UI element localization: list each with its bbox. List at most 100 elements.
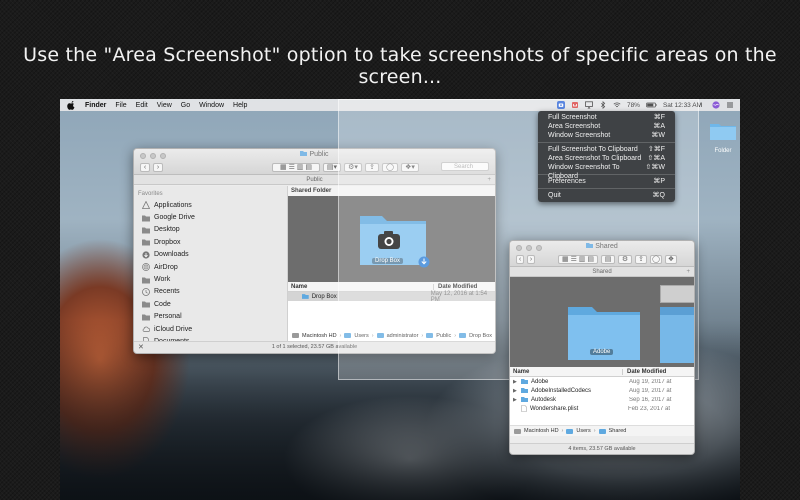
sidebar-item-downloads[interactable]: Downloads [134, 249, 287, 261]
menu-item-label: Quit [548, 192, 561, 199]
action-gear-button[interactable]: ⚙ [618, 254, 632, 264]
desktop-screen: Finder File Edit View Go Window Help 78% [60, 99, 740, 500]
row-date: Feb 23, 2017 at [628, 405, 671, 412]
new-tab-button[interactable]: + [686, 267, 690, 277]
sidebar-item-label: Applications [154, 201, 192, 209]
table-row[interactable]: ▶ Autodesk Sep 16, 2017 at [510, 395, 694, 404]
row-date: Sep 16, 2017 at [629, 396, 672, 403]
menu-app-name[interactable]: Finder [85, 102, 106, 109]
menu-item-shortcut: ⌘W [651, 132, 665, 139]
sidebar-item-label: Google Drive [154, 214, 195, 222]
sidebar-item-recents[interactable]: Recents [134, 286, 287, 298]
view-mode-buttons[interactable]: ▦ ☰ ▥ ▤ [272, 162, 320, 172]
sidebar-item-label: Dropbox [154, 238, 181, 246]
menu-item-full-screenshot[interactable]: Full Screenshot ⌘F [538, 113, 675, 122]
siri-icon[interactable] [712, 101, 720, 109]
back-button[interactable]: ‹ [516, 254, 524, 264]
menu-item-area-screenshot[interactable]: Area Screenshot ⌘A [538, 122, 675, 131]
window-title-text: Shared [595, 243, 618, 250]
arrange-button[interactable]: ▤ [601, 254, 615, 264]
menu-item-quit[interactable]: Quit ⌘Q [538, 191, 675, 200]
menu-file[interactable]: File [115, 102, 126, 109]
adobe-folder[interactable]: Adobe [566, 299, 642, 363]
airdrop-icon [142, 263, 150, 271]
menu-view[interactable]: View [157, 102, 172, 109]
sidebar-item-work[interactable]: Work [134, 273, 287, 285]
column-date-modified[interactable]: Date Modified [622, 368, 666, 375]
folder-icon [142, 277, 150, 284]
finder-window-shared[interactable]: Shared ‹ › ▦ ☰ ▥ ▤ ▤ ⚙ ⇪ ◯ ❖ Shared + Ad… [509, 240, 695, 455]
tags-button[interactable]: ◯ [650, 254, 662, 264]
status-text: 4 items, 23.57 GB available [510, 443, 694, 454]
share-button[interactable]: ⇪ [635, 254, 647, 264]
sidebar-item-label: Desktop [154, 226, 180, 234]
menu-item-label: Window Screenshot To Clipboard [548, 164, 620, 180]
dropbox-button[interactable]: ❖ [665, 254, 677, 264]
path-segment[interactable]: Shared [609, 428, 627, 434]
path-segment[interactable]: Macintosh HD [302, 333, 337, 339]
screenshot-dropdown-menu: Full Screenshot ⌘F Area Screenshot ⌘A Window… [538, 111, 675, 202]
table-row[interactable]: Wondershare.plist Feb 23, 2017 at [510, 404, 694, 413]
menu-item-area-screenshot-to-clipboard[interactable]: Area Screenshot To Clipboard ⇧⌘A [538, 154, 675, 163]
menu-window[interactable]: Window [199, 102, 224, 109]
path-segment[interactable]: Macintosh HD [524, 428, 559, 434]
folder-icon [566, 428, 574, 434]
sidebar-item-label: Code [154, 300, 171, 308]
view-mode-buttons[interactable]: ▦ ☰ ▥ ▤ [558, 254, 598, 264]
window-title: Shared [510, 243, 694, 250]
menu-item-label: Area Screenshot [548, 123, 601, 130]
menu-item-shortcut: ⌘A [653, 123, 665, 130]
sidebar-item-airdrop[interactable]: AirDrop [134, 261, 287, 273]
table-row[interactable]: ▶ AdobeInstalledCodecs Aug 19, 2017 at [510, 386, 694, 395]
menu-help[interactable]: Help [233, 102, 247, 109]
sidebar-item-label: Recents [154, 288, 180, 296]
folder-icon [142, 215, 150, 222]
folder-icon [586, 243, 594, 248]
menu-separator [538, 142, 675, 143]
desktop-folder[interactable]: Folder [708, 121, 738, 154]
apple-menu-icon[interactable] [67, 100, 76, 110]
sidebar-item-desktop[interactable]: Desktop [134, 224, 287, 236]
sidebar-toggle-icon[interactable]: ✕ [138, 343, 144, 351]
folder-icon [521, 397, 528, 402]
menu-go[interactable]: Go [181, 102, 190, 109]
menu-item-full-screenshot-to-clipboard[interactable]: Full Screenshot To Clipboard ⇧⌘F [538, 145, 675, 154]
sidebar-item-personal[interactable]: Personal [134, 311, 287, 323]
sidebar-item-label: Work [154, 276, 171, 284]
path-segment[interactable]: Users [576, 428, 590, 434]
disclosure-triangle-icon[interactable]: ▶ [510, 388, 519, 394]
sidebar-item-label: AirDrop [154, 263, 178, 271]
sidebar-item-label: Personal [154, 313, 182, 321]
folder-icon [302, 294, 309, 299]
row-name: Wondershare.plist [530, 405, 579, 412]
menu-item-shortcut: ⌘F [653, 114, 665, 121]
menu-edit[interactable]: Edit [136, 102, 148, 109]
menu-item-shortcut: ⇧⌘A [647, 155, 665, 162]
sidebar-item-icloud-drive[interactable]: iCloud Drive [134, 323, 287, 335]
path-tab-label: Public [306, 177, 323, 183]
sidebar-item-dropbox[interactable]: Dropbox [134, 236, 287, 248]
back-button[interactable]: ‹ [140, 162, 150, 172]
menu-item-label: Preferences [548, 178, 586, 185]
column-name[interactable]: Name [510, 369, 622, 375]
forward-button[interactable]: › [527, 254, 535, 264]
forward-button[interactable]: › [153, 162, 163, 172]
sidebar-item-google-drive[interactable]: Google Drive [134, 211, 287, 223]
menu-item-window-screenshot[interactable]: Window Screenshot ⌘W [538, 131, 675, 140]
applications-icon [142, 201, 150, 210]
hard-drive-icon [514, 428, 521, 434]
notification-center-icon[interactable] [726, 101, 734, 109]
folder-icon [521, 379, 528, 384]
path-tab[interactable]: Shared + [510, 267, 694, 277]
disclosure-triangle-icon[interactable]: ▶ [510, 397, 519, 403]
sidebar-item-code[interactable]: Code [134, 298, 287, 310]
menu-item-window-screenshot-to-clipboard[interactable]: Window Screenshot To Clipboard ⇧⌘W [538, 163, 675, 180]
table-row[interactable]: ▶ Adobe Aug 19, 2017 at [510, 377, 694, 386]
window-titlebar[interactable]: Shared ‹ › ▦ ☰ ▥ ▤ ▤ ⚙ ⇪ ◯ ❖ [510, 241, 694, 267]
sidebar-item-label: Downloads [154, 251, 189, 259]
finder-sidebar: Favorites Applications Google Drive Deskto… [134, 186, 288, 346]
folder-icon [300, 151, 308, 156]
sidebar-item-applications[interactable]: Applications [134, 199, 287, 211]
disclosure-triangle-icon[interactable]: ▶ [510, 379, 519, 385]
menu-item-preferences[interactable]: Preferences ⌘P [538, 177, 675, 186]
